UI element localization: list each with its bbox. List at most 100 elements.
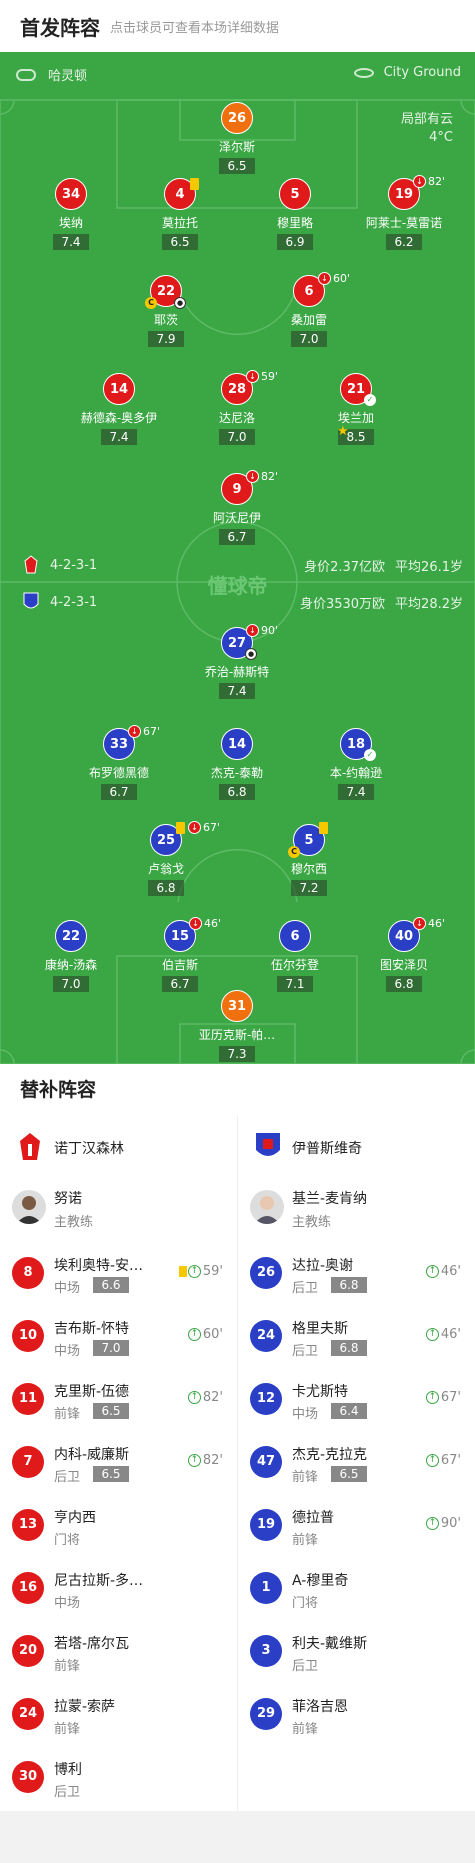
player-rating: 6.5 xyxy=(93,1403,129,1419)
sub-in: ↑ 59' xyxy=(187,1264,223,1279)
player-position: 中场 xyxy=(54,1281,81,1296)
weather: 局部有云 4°C xyxy=(401,111,453,147)
bench-player[interactable]: 24 拉蒙-索萨 前锋 xyxy=(0,1683,237,1746)
bench-player[interactable]: 24 格里夫斯 后卫 6.8 ↑ 46' xyxy=(238,1305,475,1368)
player-name: 格里夫斯 xyxy=(292,1321,348,1337)
bench-player[interactable]: 8 埃利奥特-安… 中场 6.6 ↑ 59' xyxy=(0,1242,237,1305)
away-player-lw[interactable]: 18 本-约翰逊 7.4 xyxy=(296,728,416,800)
player-rating: 6.7 xyxy=(219,529,255,545)
sub-in: ↑ 67' xyxy=(425,1453,461,1468)
away-team-header[interactable]: 伊普斯维奇 xyxy=(238,1116,475,1176)
home-player-cb1[interactable]: 4 莫拉托 6.5 xyxy=(120,178,240,250)
player-name: 吉布斯-怀特 xyxy=(54,1321,130,1337)
player-rating: 7.0 xyxy=(291,331,327,347)
sub-time: 46' xyxy=(440,1264,461,1279)
home-player-rw[interactable]: 14 赫德森-奥多伊 7.4 xyxy=(59,373,179,445)
away-player-gk[interactable]: 31 亚历克斯-帕… 7.3 xyxy=(177,990,297,1062)
sub-time: 82' xyxy=(202,1390,223,1405)
home-player-cb2[interactable]: 5 穆里略 6.9 xyxy=(235,178,355,250)
player-name: 卡尤斯特 xyxy=(292,1384,348,1400)
sub-time: 67' xyxy=(143,725,161,738)
goal-ball-icon: ● xyxy=(174,297,186,309)
home-player-st[interactable]: 9 阿沃尼伊 6.7 xyxy=(177,473,297,545)
player-position: 前锋 xyxy=(292,1722,319,1737)
player-rating: 7.0 xyxy=(93,1340,129,1356)
sub-time: 67' xyxy=(440,1390,461,1405)
player-rating: 7.9 xyxy=(148,331,184,347)
bench-player[interactable]: 29 菲洛吉恩 前锋 xyxy=(238,1683,475,1746)
bench-player[interactable]: 7 内科-威廉斯 后卫 6.5 ↑ 82' xyxy=(0,1431,237,1494)
bench-player[interactable]: 1 A-穆里奇 门将 xyxy=(238,1557,475,1620)
coach-role: 主教练 xyxy=(292,1215,332,1230)
away-player-dm1[interactable]: 25 卢翁戈 6.8 xyxy=(106,824,226,896)
sub-in-icon: ↑ xyxy=(425,1517,439,1530)
bench-player[interactable]: 16 尼古拉斯-多… 中场 xyxy=(0,1557,237,1620)
away-player-cb1[interactable]: 15 伯吉斯 6.7 xyxy=(120,920,240,992)
away-player-rb[interactable]: 22 康纳-汤森 7.0 xyxy=(11,920,131,992)
sub-in-icon: ↑ xyxy=(187,1265,201,1278)
away-coach[interactable]: 基兰-麦肯纳 主教练 xyxy=(238,1176,475,1242)
away-player-lb[interactable]: 40 图安泽贝 6.8 xyxy=(344,920,464,992)
sub-out-icon: ↓ xyxy=(413,175,426,188)
coach-name: 基兰-麦肯纳 xyxy=(292,1191,368,1207)
player-position: 中场 xyxy=(54,1596,81,1611)
sub-in-icon: ↑ xyxy=(187,1391,201,1404)
sub-marker: ↓ 67' xyxy=(128,725,160,738)
sub-out-icon: ↓ xyxy=(189,917,202,930)
player-name: 拉蒙-索萨 xyxy=(54,1699,116,1715)
stadium-icon xyxy=(353,67,374,78)
player-name: 阿沃尼伊 xyxy=(212,511,261,525)
player-number: 30 xyxy=(12,1761,44,1793)
sub-marker: ↓ 60' xyxy=(318,272,350,285)
bench-player[interactable]: 12 卡尤斯特 中场 6.4 ↑ 67' xyxy=(238,1368,475,1431)
home-player-gk[interactable]: 26 泽尔斯 6.5 xyxy=(177,102,297,174)
sub-out-icon: ↓ xyxy=(128,725,141,738)
away-player-cb2[interactable]: 6 伍尔芬登 7.1 xyxy=(235,920,355,992)
away-player-rw[interactable]: 33 布罗德黑德 6.7 xyxy=(59,728,179,800)
player-position: 前锋 xyxy=(54,1722,81,1737)
home-player-dm1[interactable]: 22 耶茨 7.9 xyxy=(106,275,226,347)
player-rating: 6.6 xyxy=(93,1277,129,1293)
home-team-header[interactable]: 诺丁汉森林 xyxy=(0,1116,237,1176)
sub-in-icon: ↑ xyxy=(187,1454,201,1467)
home-player-lb[interactable]: 19 阿莱士-莫雷诺 6.2 xyxy=(344,178,464,250)
player-name: 穆里略 xyxy=(276,216,313,230)
home-coach[interactable]: 努诺 主教练 xyxy=(0,1176,237,1242)
yellow-card-icon xyxy=(319,822,328,834)
player-number: 14 xyxy=(221,728,253,760)
bench-player[interactable]: 26 达拉-奥谢 后卫 6.8 ↑ 46' xyxy=(238,1242,475,1305)
sub-in: ↑ 82' xyxy=(187,1453,223,1468)
bench-player[interactable]: 30 博利 后卫 xyxy=(0,1746,237,1809)
sub-in: ↑ 46' xyxy=(425,1327,461,1342)
player-rating: 6.8 xyxy=(331,1277,367,1293)
venue-name: City Ground xyxy=(383,65,461,80)
venue-bar: City Ground xyxy=(353,65,461,80)
bench-player[interactable]: 11 克里斯-伍德 前锋 6.5 ↑ 82' xyxy=(0,1368,237,1431)
bench-player[interactable]: 3 利夫-戴维斯 后卫 xyxy=(238,1620,475,1683)
bench-player[interactable]: 47 杰克-克拉克 前锋 6.5 ↑ 67' xyxy=(238,1431,475,1494)
away-player-st[interactable]: 27 乔治-赫斯特 7.4 xyxy=(177,627,297,699)
player-rating: 7.2 xyxy=(291,880,327,896)
player-name: 杰克-克拉克 xyxy=(292,1447,368,1463)
away-player-am[interactable]: 14 杰克-泰勒 6.8 xyxy=(177,728,297,800)
sub-marker: ↓ 82' xyxy=(413,175,445,188)
player-rating: 6.4 xyxy=(331,1403,367,1419)
bench-player[interactable]: 20 若塔-席尔瓦 前锋 xyxy=(0,1620,237,1683)
temperature: 4°C xyxy=(429,130,453,145)
sub-time: 67' xyxy=(440,1453,461,1468)
player-position: 后卫 xyxy=(292,1344,319,1359)
bench-player[interactable]: 10 吉布斯-怀特 中场 7.0 ↑ 60' xyxy=(0,1305,237,1368)
bench-player[interactable]: 13 亨内西 门将 xyxy=(0,1494,237,1557)
home-player-dm2[interactable]: 6 桑加雷 7.0 xyxy=(249,275,369,347)
away-player-dm2[interactable]: 5 穆尔西 7.2 xyxy=(249,824,369,896)
home-player-lw[interactable]: 21 埃兰加 8.5 xyxy=(296,373,416,445)
home-player-rb[interactable]: 34 埃纳 7.4 xyxy=(11,178,131,250)
player-name: 若塔-席尔瓦 xyxy=(54,1636,130,1652)
sub-out-icon: ↓ xyxy=(318,272,331,285)
sub-time: 82' xyxy=(428,175,446,188)
bench-player[interactable]: 19 德拉普 前锋 ↑ 90' xyxy=(238,1494,475,1557)
home-player-am[interactable]: 28 达尼洛 7.0 xyxy=(177,373,297,445)
player-number: 22 xyxy=(55,920,87,952)
player-name: 埃兰加 xyxy=(337,411,374,425)
player-name: 桑加雷 xyxy=(290,313,327,327)
